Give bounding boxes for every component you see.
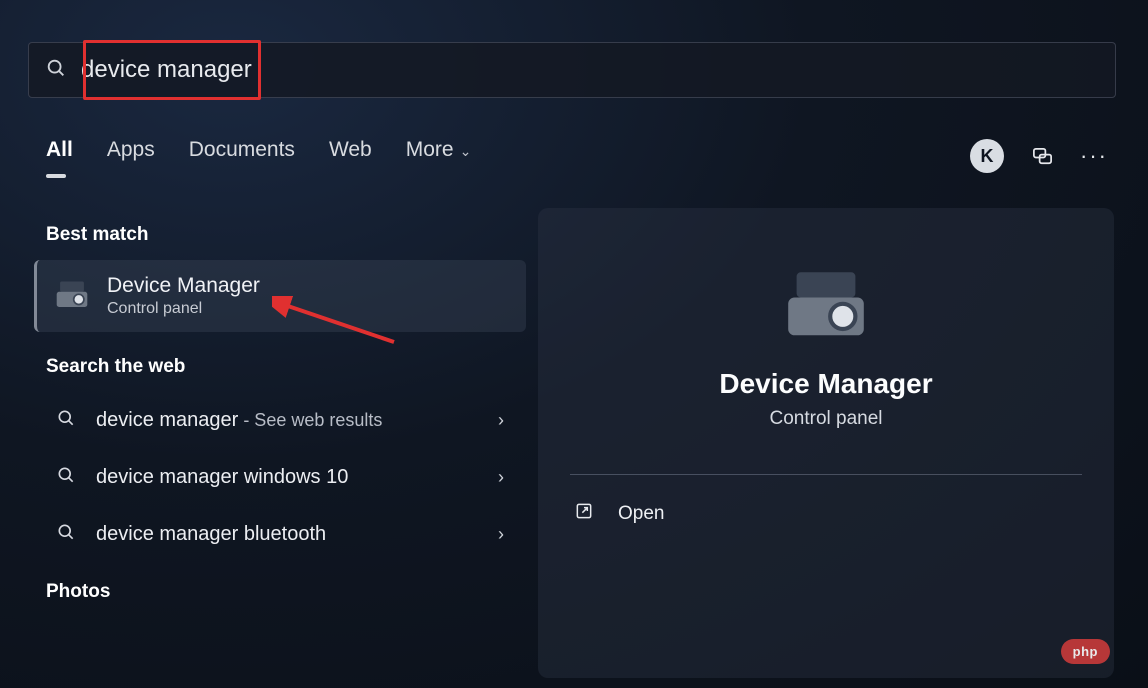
tab-apps[interactable]: Apps — [107, 138, 155, 174]
device-manager-icon — [55, 279, 89, 313]
search-bar[interactable] — [28, 42, 1116, 98]
search-icon — [45, 57, 67, 84]
web-result-label: device manager - See web results — [96, 409, 478, 432]
tab-all[interactable]: All — [46, 138, 73, 174]
open-action[interactable]: Open — [566, 475, 1086, 552]
filter-tabs: All Apps Documents Web More⌄ K ··· — [46, 138, 1108, 174]
search-web-heading: Search the web — [46, 356, 526, 378]
best-match-title: Device Manager — [107, 274, 260, 298]
search-icon — [56, 522, 76, 547]
tab-web[interactable]: Web — [329, 138, 372, 174]
best-match-subtitle: Control panel — [107, 300, 260, 318]
web-result[interactable]: device manager bluetooth › — [34, 506, 526, 563]
detail-panel: Device Manager Control panel Open — [538, 208, 1114, 678]
watermark-badge: php — [1061, 639, 1110, 664]
chevron-down-icon: ⌄ — [460, 143, 472, 159]
chevron-right-icon: › — [498, 524, 504, 545]
open-label: Open — [618, 503, 664, 525]
tab-documents[interactable]: Documents — [189, 138, 295, 174]
tab-more[interactable]: More⌄ — [406, 138, 472, 174]
web-result[interactable]: device manager windows 10 › — [34, 449, 526, 506]
device-manager-icon — [784, 266, 868, 350]
web-result-label: device manager windows 10 — [96, 466, 478, 489]
best-match-heading: Best match — [46, 224, 526, 246]
chevron-right-icon: › — [498, 467, 504, 488]
results-column: Best match Device Manager Control panel … — [34, 210, 526, 617]
web-result[interactable]: device manager - See web results › — [34, 392, 526, 449]
panel-title: Device Manager — [566, 368, 1086, 400]
more-options-icon[interactable]: ··· — [1080, 142, 1108, 170]
search-input[interactable] — [67, 56, 1115, 84]
panel-subtitle: Control panel — [566, 408, 1086, 430]
photos-heading: Photos — [46, 581, 526, 603]
open-icon — [574, 501, 594, 526]
chat-icon[interactable] — [1028, 142, 1056, 170]
search-icon — [56, 465, 76, 490]
best-match-result[interactable]: Device Manager Control panel — [34, 260, 526, 332]
web-result-label: device manager bluetooth — [96, 523, 478, 546]
chevron-right-icon: › — [498, 410, 504, 431]
user-avatar[interactable]: K — [970, 139, 1004, 173]
search-icon — [56, 408, 76, 433]
